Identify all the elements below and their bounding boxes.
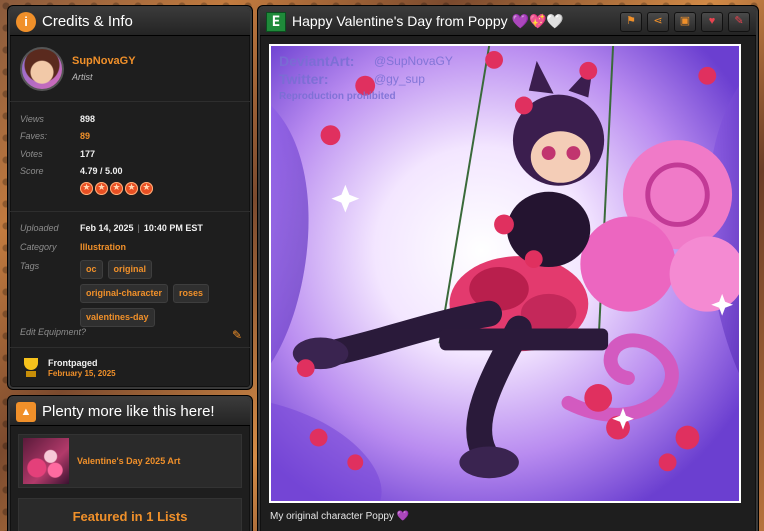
edit-equipment-label: Edit Equipment? — [20, 327, 87, 337]
artwork-actions: ⚑ ⋖ ▣ ♥ ✎ — [620, 11, 750, 32]
tag-list: oc original original-character roses val… — [80, 260, 240, 327]
stat-label: Views — [20, 113, 44, 124]
artwork-caption: My original character Poppy 💜 — [270, 511, 410, 522]
uploaded-time: 10:40 PM EST — [143, 223, 203, 233]
edit-equipment-row: Edit Equipment? ✎ — [20, 326, 242, 342]
uploaded-value: Feb 14, 2025 | 10:40 PM EST — [80, 222, 203, 235]
stats-section: Views 898 Faves: 89 Votes 177 Score 4.79… — [10, 102, 250, 212]
wm-handle1: @SupNovaGY — [374, 54, 453, 68]
stat-score: Score 4.79 / 5.00 — [20, 163, 240, 181]
stat-label: Faves: — [20, 131, 48, 142]
artwork-image[interactable]: DeviantArt: @SupNovaGY Twitter: @gy_sup Re… — [269, 44, 741, 503]
uploaded-row: Uploaded Feb 14, 2025 | 10:40 PM EST — [20, 222, 240, 235]
share-icon[interactable]: ⋖ — [647, 11, 669, 32]
e-rating-icon: E — [266, 11, 286, 32]
category-row: Category Illustration — [20, 241, 240, 254]
flag-icon[interactable]: ⚑ — [620, 11, 642, 32]
more-title: Plenty more like this here! — [42, 403, 215, 420]
more-like-this-panel: ▲ Plenty more like this here! Valentine'… — [8, 396, 252, 531]
tag-roses[interactable]: roses — [173, 284, 210, 303]
faves-value-link[interactable]: 89 — [80, 131, 90, 141]
artwork-title: Happy Valentine's Day from Poppy 💜💖🤍 — [292, 13, 564, 29]
frontpaged-badge: Frontpaged February 15, 2025 — [10, 348, 250, 387]
artwork-watermark: DeviantArt: @SupNovaGY Twitter: @gy_sup Re… — [279, 52, 453, 106]
divider: | — [137, 223, 140, 233]
more-header: ▲ Plenty more like this here! — [10, 398, 250, 426]
tag-original[interactable]: original — [107, 260, 153, 279]
artwork-panel: E Happy Valentine's Day from Poppy 💜💖🤍 ⚑… — [258, 6, 758, 531]
artwork-illustration — [271, 46, 739, 501]
artist-name-link[interactable]: SupNovaGY — [72, 55, 136, 67]
star-icon: ★ — [110, 182, 123, 195]
stat-votes: Votes 177 — [20, 145, 240, 163]
credits-header: i Credits & Info — [10, 8, 250, 36]
score-value: 4.79 / 5.00 — [80, 166, 123, 177]
featured-lists-button[interactable]: Featured in 1 Lists — [18, 498, 242, 531]
tag-valentines-day[interactable]: valentines-day — [80, 308, 155, 327]
favorite-heart-icon[interactable]: ♥ — [701, 11, 723, 32]
credits-info-panel: i Credits & Info SupNovaGY Artist Views … — [8, 6, 252, 389]
info-icon: i — [16, 11, 36, 32]
stat-label: Score — [20, 166, 44, 177]
category-link[interactable]: Illustration — [80, 241, 126, 254]
uploaded-date: Feb 14, 2025 — [80, 223, 134, 233]
tags-label: Tags — [20, 261, 40, 271]
stat-faves: Faves: 89 — [20, 128, 240, 146]
frontpaged-title: Frontpaged — [48, 358, 98, 368]
collection-icon[interactable]: ▣ — [674, 11, 696, 32]
votes-value: 177 — [80, 148, 96, 159]
stat-views: Views 898 — [20, 110, 240, 128]
views-value: 898 — [80, 113, 96, 124]
uploaded-label: Uploaded — [20, 223, 59, 233]
star-icon: ★ — [140, 182, 153, 195]
wm-line2: Twitter: — [279, 71, 329, 87]
artist-role: Artist — [72, 72, 93, 82]
wm-line1: DeviantArt: — [279, 53, 355, 69]
trophy-icon — [20, 358, 42, 378]
artist-row: SupNovaGY Artist — [10, 36, 250, 102]
frontpaged-date: February 15, 2025 — [48, 369, 116, 378]
related-list-item[interactable]: Valentine's Day 2025 Art — [18, 434, 242, 488]
tags-row: Tags oc original original-character rose… — [20, 260, 240, 327]
credits-title: Credits & Info — [42, 13, 133, 30]
related-title-link[interactable]: Valentine's Day 2025 Art — [77, 456, 180, 466]
category-label: Category — [20, 242, 57, 252]
thumbs-up-icon: ▲ — [16, 401, 36, 422]
rating-stars: ★ ★ ★ ★ ★ — [80, 182, 240, 195]
tag-original-character[interactable]: original-character — [80, 284, 169, 303]
artwork-header: E Happy Valentine's Day from Poppy 💜💖🤍 ⚑… — [260, 8, 756, 36]
related-thumbnail[interactable] — [23, 438, 69, 484]
pencil-icon[interactable]: ✎ — [232, 328, 242, 342]
details-section: Uploaded Feb 14, 2025 | 10:40 PM EST Categ… — [10, 212, 250, 348]
tag-oc[interactable]: oc — [80, 260, 103, 279]
star-icon: ★ — [95, 182, 108, 195]
artist-avatar[interactable] — [20, 46, 64, 91]
star-icon: ★ — [125, 182, 138, 195]
wm-handle2: @gy_sup — [374, 72, 425, 86]
stat-label: Votes — [20, 148, 43, 159]
wm-line3: Reproduction prohibited — [279, 91, 396, 102]
star-icon: ★ — [80, 182, 93, 195]
review-pencil-icon[interactable]: ✎ — [728, 11, 750, 32]
